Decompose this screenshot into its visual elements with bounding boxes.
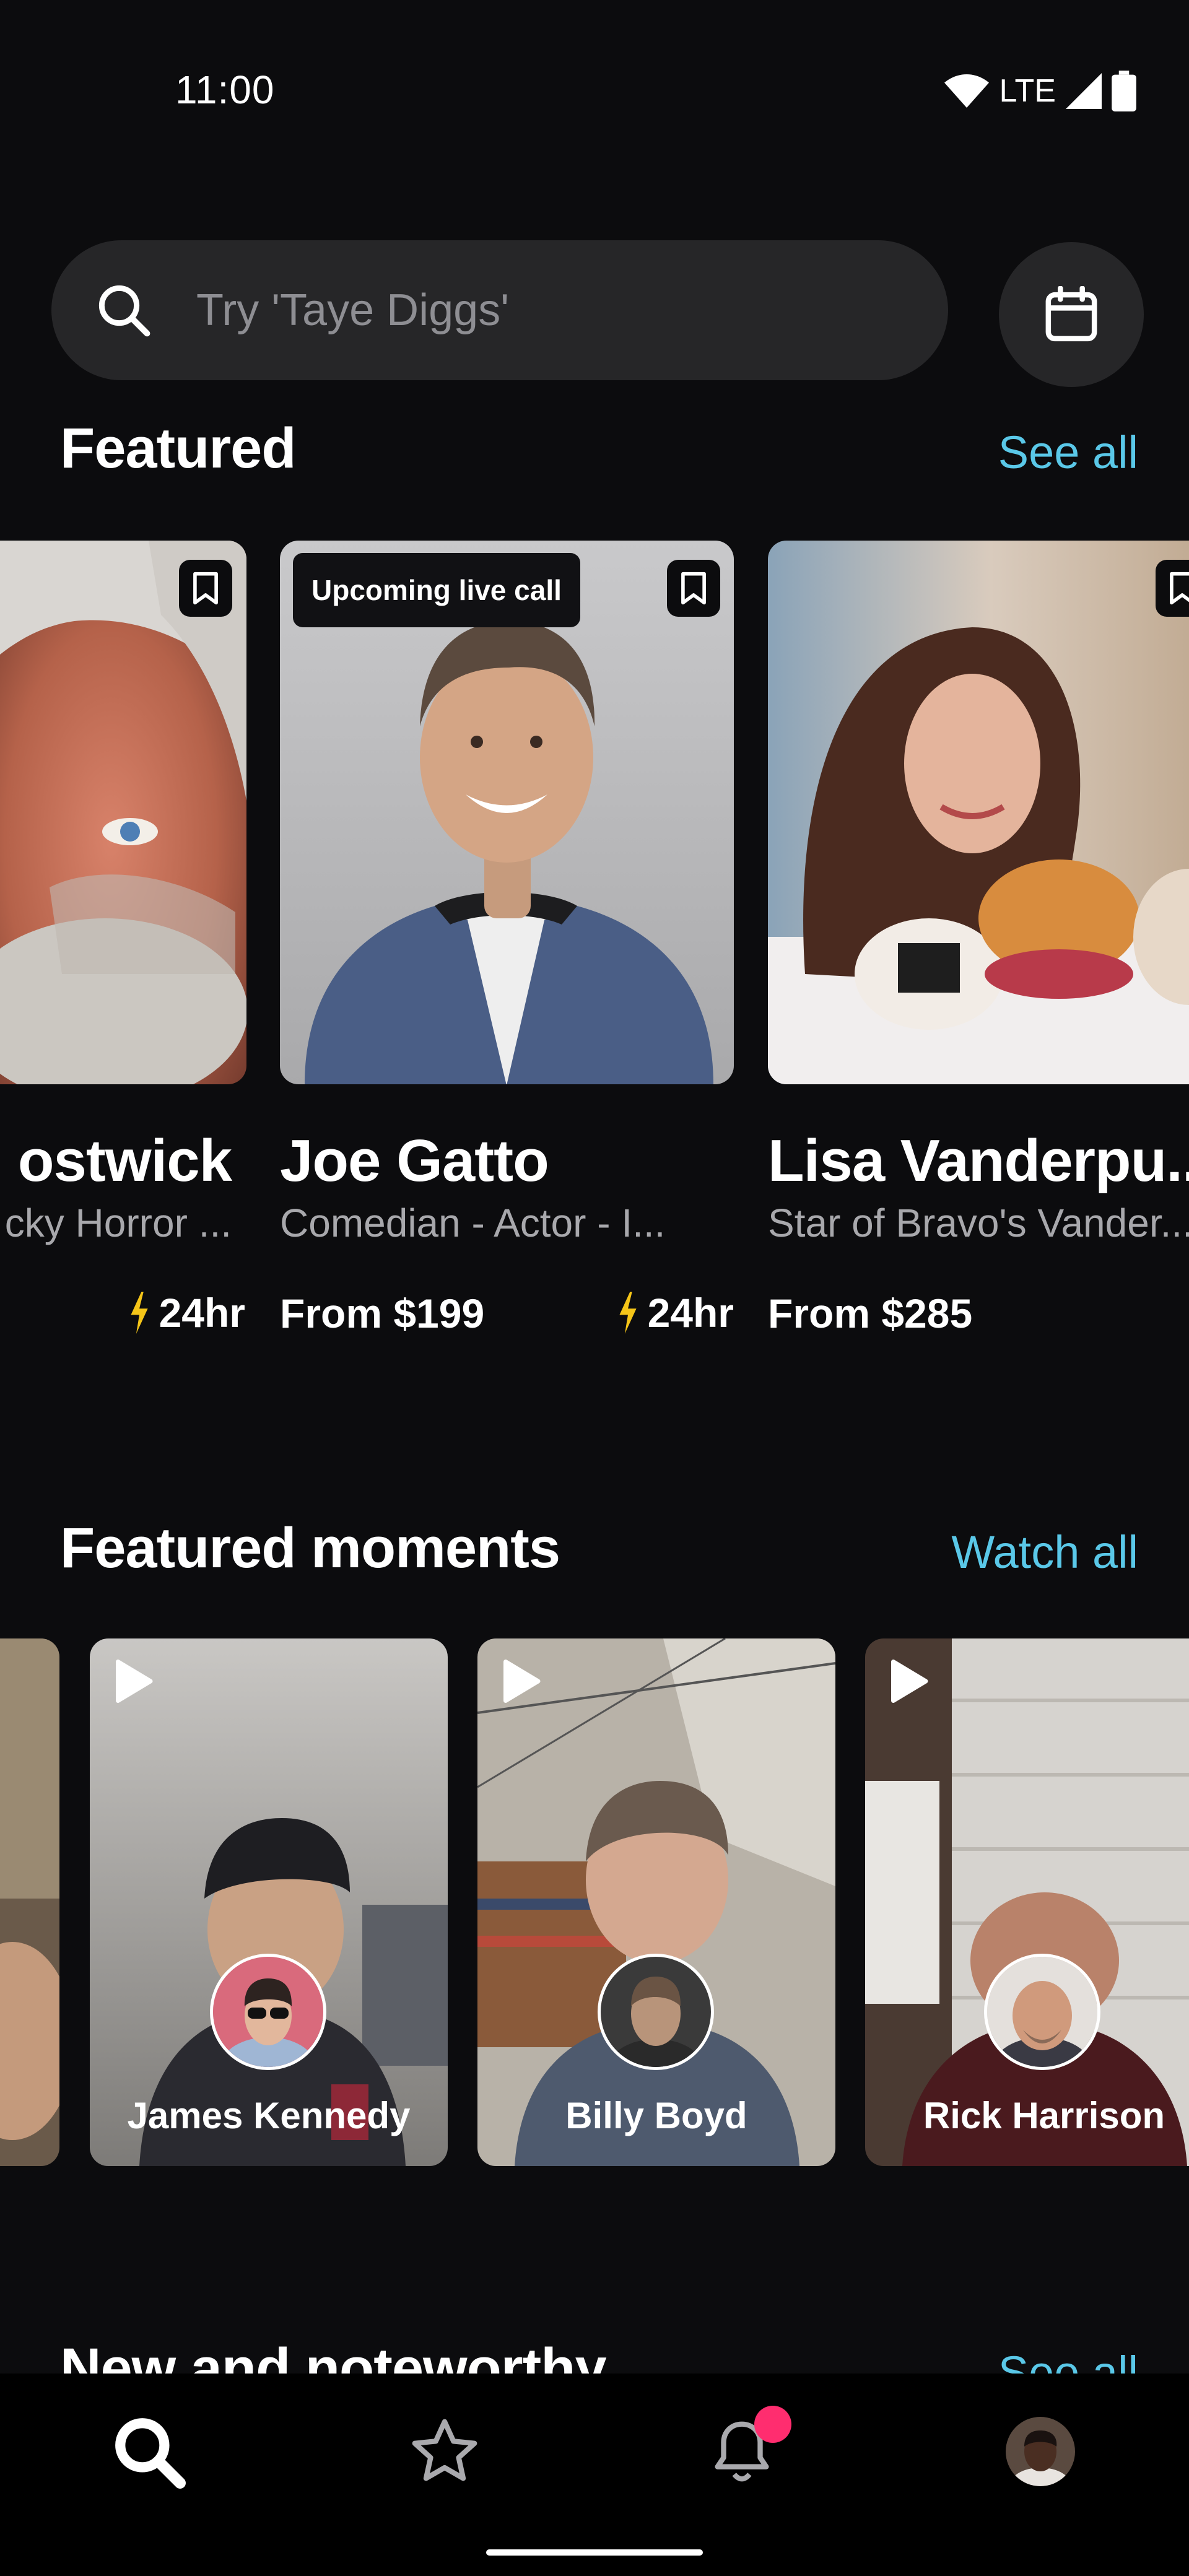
- play-icon[interactable]: [887, 1660, 930, 1703]
- notification-dot: [754, 2406, 791, 2443]
- status-icons: LTE: [944, 69, 1136, 113]
- bolt-icon: [619, 1292, 637, 1334]
- profile-avatar: [1006, 2417, 1075, 2486]
- avatar[interactable]: [984, 1954, 1100, 2070]
- featured-card-speed-2: 24hr: [617, 1289, 734, 1336]
- bottom-navigation: [0, 2374, 1189, 2576]
- upcoming-live-call-badge: Upcoming live call: [293, 553, 580, 627]
- response-time-label: 24hr: [159, 1290, 245, 1336]
- play-icon[interactable]: [499, 1660, 542, 1703]
- nav-search[interactable]: [105, 2408, 192, 2495]
- featured-card-speed-1: 24hr: [128, 1289, 245, 1336]
- moment-card-partial[interactable]: [0, 1638, 59, 2166]
- moment-card-3[interactable]: [865, 1638, 1189, 2166]
- featured-card-name-1[interactable]: ostwick: [18, 1127, 232, 1195]
- bookmark-icon: [193, 572, 218, 605]
- battery-icon: [1112, 71, 1136, 111]
- bookmark-button-2[interactable]: [667, 560, 720, 617]
- network-label: LTE: [999, 73, 1056, 109]
- celebrity-portrait: [768, 541, 1189, 1084]
- nav-favorites[interactable]: [401, 2408, 488, 2495]
- moment-name-1: James Kennedy: [127, 2095, 411, 2136]
- search-icon: [98, 285, 150, 337]
- moment-thumbnail: [0, 1638, 59, 2166]
- moment-card-2[interactable]: [477, 1638, 835, 2166]
- calendar-icon: [1045, 286, 1097, 342]
- avatar[interactable]: [598, 1954, 714, 2070]
- moment-name-2: Billy Boyd: [565, 2095, 747, 2136]
- featured-card-subtitle-3: Star of Bravo's Vander...: [768, 1201, 1189, 1245]
- home-indicator: [486, 2549, 703, 2556]
- featured-moments-title: Featured moments: [60, 1516, 560, 1580]
- moment-thumbnail: [477, 1638, 835, 2166]
- celebrity-portrait: [0, 541, 246, 1084]
- bookmark-icon: [681, 572, 706, 605]
- avatar-image: [987, 1957, 1097, 2067]
- moment-card-1[interactable]: [90, 1638, 448, 2166]
- signal-icon: [1066, 73, 1102, 109]
- moment-name-3: Rick Harrison: [923, 2095, 1165, 2136]
- avatar-image: [213, 1957, 323, 2067]
- star-icon: [412, 2419, 477, 2481]
- search-bar[interactable]: [51, 240, 948, 380]
- featured-card-image-1[interactable]: [0, 541, 246, 1084]
- featured-card-name-2[interactable]: Joe Gatto: [280, 1127, 549, 1195]
- bookmark-button-1[interactable]: [179, 560, 232, 617]
- avatar-image: [601, 1957, 711, 2067]
- play-icon[interactable]: [111, 1660, 155, 1703]
- avatar[interactable]: [210, 1954, 326, 2070]
- featured-card-price-3: From $285: [768, 1290, 973, 1336]
- featured-card-subtitle-2: Comedian - Actor - I...: [280, 1201, 666, 1245]
- avatar-image: [1006, 2417, 1075, 2486]
- featured-card-image-3[interactable]: [768, 541, 1189, 1084]
- bookmark-icon: [1170, 572, 1189, 605]
- featured-card-subtitle-1: cky Horror ...: [4, 1201, 232, 1245]
- featured-title: Featured: [60, 417, 297, 480]
- featured-see-all-link[interactable]: See all: [998, 426, 1138, 479]
- bookmark-button-3[interactable]: [1156, 560, 1189, 617]
- nav-profile[interactable]: [997, 2408, 1084, 2495]
- search-icon: [115, 2418, 186, 2489]
- moment-thumbnail: [90, 1638, 448, 2166]
- bolt-icon: [130, 1292, 148, 1334]
- featured-card-price-2: From $199: [280, 1290, 485, 1336]
- watch-all-link[interactable]: Watch all: [951, 1526, 1138, 1578]
- search-input[interactable]: [195, 284, 879, 336]
- response-time-label: 24hr: [647, 1290, 734, 1336]
- moment-thumbnail: [865, 1638, 1189, 2166]
- wifi-icon: [944, 74, 990, 108]
- status-time: 11:00: [175, 67, 275, 112]
- featured-card-name-3[interactable]: Lisa Vanderpu...: [768, 1127, 1189, 1195]
- calendar-button[interactable]: [999, 242, 1144, 387]
